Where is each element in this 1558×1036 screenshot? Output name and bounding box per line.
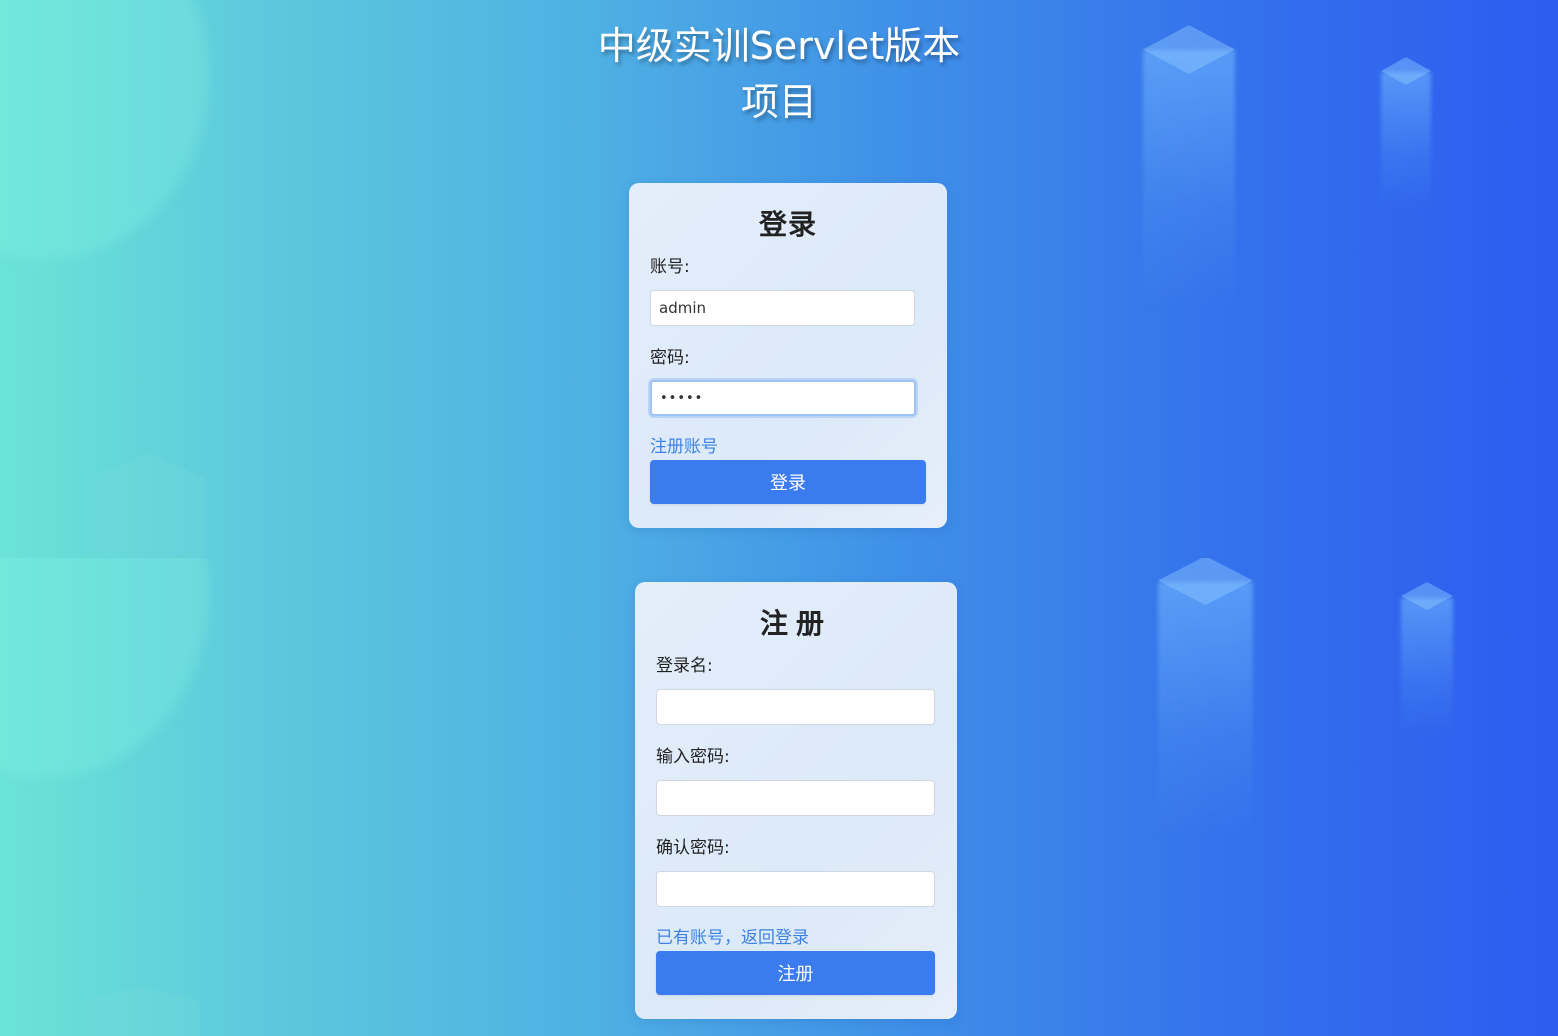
password-label: 输入密码:: [656, 747, 730, 767]
login-card: 登录 账号: admin 密码: ••••• 注册账号 登录: [629, 183, 947, 528]
background-hex-decoration: [90, 452, 205, 558]
background-pillar-decoration: [1401, 598, 1453, 738]
password-input[interactable]: [656, 780, 935, 816]
password-label: 密码:: [650, 348, 690, 368]
register-screen: 注册 登录名: 输入密码: 确认密码: 已有账号，返回登录 注册: [0, 558, 1558, 1036]
register-account-link[interactable]: 注册账号: [650, 435, 718, 459]
login-screen: 中级实训Servlet版本 项目 登录 账号: admin 密码: ••••• …: [0, 0, 1558, 558]
register-card-title: 注册: [759, 607, 832, 640]
background-hex-decoration: [80, 986, 200, 1036]
back-to-login-link[interactable]: 已有账号，返回登录: [656, 926, 809, 950]
page-title-line-2: 项目: [740, 80, 817, 124]
register-card: 注册 登录名: 输入密码: 确认密码: 已有账号，返回登录 注册: [635, 582, 957, 1019]
confirm-password-label: 确认密码:: [656, 838, 730, 858]
username-input[interactable]: [656, 689, 935, 725]
page-title-line-1: 中级实训Servlet版本: [597, 24, 961, 68]
login-button[interactable]: 登录: [650, 460, 926, 504]
account-input[interactable]: admin: [650, 290, 915, 326]
account-label: 账号:: [650, 257, 690, 277]
password-input[interactable]: •••••: [650, 380, 916, 416]
background-pillar-decoration: [1158, 582, 1253, 842]
confirm-password-input[interactable]: [656, 871, 935, 907]
page-title: 中级实训Servlet版本 项目: [0, 18, 1558, 130]
register-button[interactable]: 注册: [656, 951, 935, 995]
background-circle-decoration: [0, 558, 210, 778]
username-label: 登录名:: [656, 656, 713, 676]
login-card-title: 登录: [758, 208, 817, 241]
